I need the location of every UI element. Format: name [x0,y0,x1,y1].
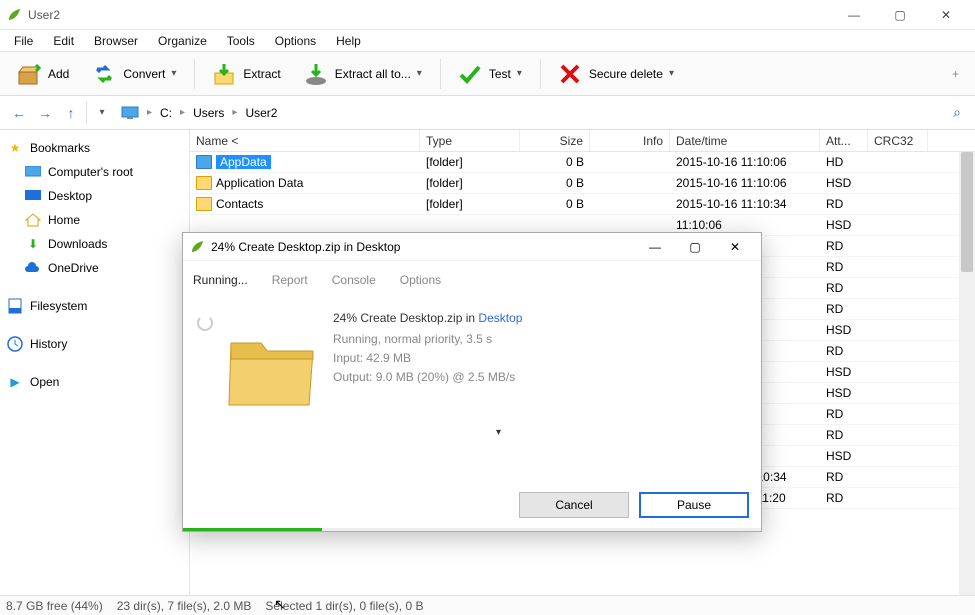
sidebar-bookmarks[interactable]: ★Bookmarks [4,136,185,160]
extract-icon [211,61,237,87]
cancel-button[interactable]: Cancel [519,492,629,518]
titlebar: User2 — ▢ ✕ [0,0,975,30]
sidebar-computers-root[interactable]: Computer's root [4,160,185,184]
dialog-meta1: Running, normal priority, 3.5 s [333,330,747,349]
app-leaf-icon [6,7,22,23]
table-row[interactable]: AppData[folder]0 B2015-10-16 11:10:06HD [190,152,975,173]
desktop-icon [24,188,42,204]
sidebar-filesystem[interactable]: Filesystem [4,294,185,318]
status-selected: Selected 1 dir(s), 0 file(s), 0 B [265,599,423,613]
chevron-down-icon: ▾ [417,68,422,79]
sidebar-open[interactable]: ▶Open [4,370,185,394]
sidebar: ★Bookmarks Computer's root Desktop Home … [0,130,190,595]
tab-options[interactable]: Options [400,273,441,287]
maximize-button[interactable]: ▢ [877,0,923,30]
menu-help[interactable]: Help [326,32,371,50]
cloud-icon [24,260,42,276]
secure-delete-button[interactable]: Secure delete ▾ [547,57,684,91]
clock-icon [6,336,24,352]
menu-options[interactable]: Options [265,32,326,50]
sidebar-desktop[interactable]: Desktop [4,184,185,208]
menu-organize[interactable]: Organize [148,32,217,50]
status-free: 8.7 GB free (44%) [6,599,103,613]
nav-forward-button[interactable]: → [32,105,58,121]
dialog-meta3: Output: 9.0 MB (20%) @ 2.5 MB/s [333,368,747,387]
check-icon [457,61,483,87]
folder-icon [196,176,212,190]
toolbar-overflow-button[interactable]: + [942,67,969,81]
column-headers[interactable]: Name < Type Size Info Date/time Att... C… [190,130,975,152]
sidebar-home[interactable]: Home [4,208,185,232]
star-icon: ★ [6,140,24,156]
dialog-destination-link[interactable]: Desktop [478,311,522,325]
download-icon: ⬇ [24,236,42,252]
pause-button[interactable]: Pause [639,492,749,518]
sidebar-history[interactable]: History [4,332,185,356]
play-icon: ▶ [6,374,24,390]
scrollbar-thumb[interactable] [961,152,973,272]
table-row[interactable]: Application Data[folder]0 B2015-10-16 11… [190,173,975,194]
nav-up-button[interactable]: ↑ [58,105,84,121]
tab-report[interactable]: Report [272,273,308,287]
chevron-down-icon: ▾ [171,68,176,79]
home-icon [24,212,42,228]
menu-edit[interactable]: Edit [43,32,84,50]
progress-dialog: 24% Create Desktop.zip in Desktop — ▢ ✕ … [182,232,762,532]
sidebar-onedrive[interactable]: OneDrive [4,256,185,280]
extract-all-icon [303,61,329,87]
menu-file[interactable]: File [4,32,43,50]
minimize-button[interactable]: — [831,0,877,30]
search-icon[interactable]: ⌕ [945,104,969,121]
sidebar-downloads[interactable]: ⬇Downloads [4,232,185,256]
dialog-maximize-button[interactable]: ▢ [675,234,715,260]
nav-back-button[interactable]: ← [6,105,32,121]
navbar: ← → ↑ ▾ ▸ C:▸ Users▸ User2 ⌕ [0,96,975,130]
disk-icon [6,298,24,314]
extract-button[interactable]: Extract [201,57,290,91]
chevron-down-icon[interactable]: ▾ [496,427,501,438]
chevron-down-icon: ▾ [517,68,522,79]
window-title: User2 [28,8,831,22]
menu-browser[interactable]: Browser [84,32,148,50]
test-button[interactable]: Test ▾ [447,57,532,91]
table-row[interactable]: Contacts[folder]0 B2015-10-16 11:10:34RD [190,194,975,215]
folder-large-icon [227,329,317,409]
add-button[interactable]: Add [6,57,79,91]
spinner-icon [197,315,213,331]
dialog-minimize-button[interactable]: — [635,234,675,260]
box-add-icon [16,61,42,87]
dialog-close-button[interactable]: ✕ [715,234,755,260]
monitor-icon [24,164,42,180]
tab-console[interactable]: Console [332,273,376,287]
convert-icon [91,61,117,87]
progress-bar [183,528,761,531]
toolbar: Add Convert ▾ Extract Extract all to... … [0,52,975,96]
menubar: File Edit Browser Organize Tools Options… [0,30,975,52]
chevron-down-icon: ▾ [669,68,674,79]
app-leaf-icon [189,239,205,255]
dialog-meta2: Input: 42.9 MB [333,349,747,368]
dialog-title: 24% Create Desktop.zip in Desktop [211,240,635,254]
scrollbar[interactable] [959,152,975,595]
status-counts: 23 dir(s), 7 file(s), 2.0 MB [117,599,252,613]
folder-icon [196,155,212,169]
x-delete-icon [557,61,583,87]
monitor-icon [121,106,139,120]
close-button[interactable]: ✕ [923,0,969,30]
status-bar: 8.7 GB free (44%) 23 dir(s), 7 file(s), … [0,595,975,615]
menu-tools[interactable]: Tools [217,32,265,50]
folder-icon [196,197,212,211]
dialog-headline: 24% Create Desktop.zip in Desktop [333,309,747,326]
extract-all-button[interactable]: Extract all to... ▾ [293,57,432,91]
breadcrumb[interactable]: ▸ C:▸ Users▸ User2 [121,106,277,120]
chevron-down-icon[interactable]: ▾ [89,107,115,118]
convert-button[interactable]: Convert ▾ [81,57,186,91]
tab-running[interactable]: Running... [193,273,248,287]
